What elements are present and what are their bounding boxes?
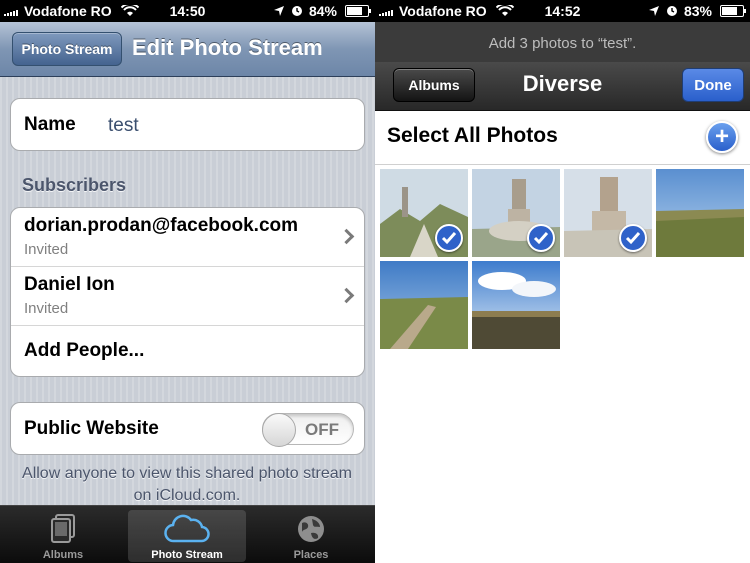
status-bar: Vodafone RO 14:50 84%: [0, 0, 375, 22]
toggle-knob: [262, 413, 296, 447]
location-arrow-icon: [273, 6, 284, 16]
edit-photo-stream-screen: Vodafone RO 14:50 84% Photo Stream Edit …: [0, 0, 375, 563]
name-row[interactable]: Name test: [11, 99, 364, 150]
photo-picker-screen: Vodafone RO 14:52 83% Add 3 photos to “t…: [375, 0, 750, 563]
tab-bar: Albums Photo Stream Places: [0, 505, 375, 563]
selected-checkmark-icon: [619, 224, 647, 252]
battery-percent: 83%: [683, 3, 712, 19]
subscribers-header: Subscribers: [22, 175, 127, 195]
add-people-row[interactable]: Add People...: [11, 326, 364, 376]
subscriber-row[interactable]: Daniel Ion Invited: [11, 267, 364, 326]
subscriber-email: Daniel Ion: [24, 274, 115, 295]
subscriber-row[interactable]: dorian.prodan@facebook.com Invited: [11, 208, 364, 267]
prompt-text: Add 3 photos to “test”.: [375, 22, 750, 62]
back-button[interactable]: Photo Stream: [12, 32, 122, 66]
photo-thumbnail[interactable]: [656, 169, 744, 257]
add-plus-icon[interactable]: +: [706, 121, 738, 153]
page-title: Edit Photo Stream: [132, 35, 323, 60]
select-all-label: Select All Photos: [387, 124, 558, 147]
name-group: Name test: [10, 98, 365, 151]
photo-thumbnail[interactable]: [472, 261, 560, 349]
cloud-icon: [164, 514, 210, 543]
subscriber-status: Invited: [24, 300, 69, 317]
globe-icon: [298, 516, 324, 542]
albums-icon: [51, 514, 75, 543]
battery-percent: 84%: [308, 3, 337, 19]
chevron-right-icon: [338, 228, 355, 245]
selected-checkmark-icon: [435, 224, 463, 252]
public-website-group: Public Website OFF: [10, 402, 365, 455]
add-people-label: Add People...: [24, 340, 145, 361]
subscriber-email: dorian.prodan@facebook.com: [24, 215, 299, 236]
public-website-toggle[interactable]: OFF: [262, 413, 354, 447]
location-arrow-icon: [648, 6, 659, 16]
chevron-right-icon: [338, 287, 355, 304]
battery-icon: [720, 5, 746, 17]
done-button[interactable]: Done: [682, 68, 744, 102]
photo-thumbnail[interactable]: [380, 261, 468, 349]
status-bar: Vodafone RO 14:52 83%: [375, 0, 750, 22]
name-field[interactable]: test: [108, 115, 139, 137]
photo-thumbnail[interactable]: [472, 169, 560, 257]
tab-albums[interactable]: Albums: [4, 510, 122, 562]
select-all-row[interactable]: Select All Photos +: [375, 110, 750, 165]
photo-thumbnail[interactable]: [380, 169, 468, 257]
subscriber-status: Invited: [24, 241, 69, 258]
battery-fill: [722, 7, 737, 15]
photo-thumbnail[interactable]: [564, 169, 652, 257]
battery-fill: [347, 7, 363, 15]
alarm-clock-icon: [291, 6, 302, 16]
name-label: Name: [24, 114, 76, 135]
subscribers-group: dorian.prodan@facebook.com Invited Danie…: [10, 207, 365, 377]
navigation-bar: Albums Diverse Done: [375, 62, 750, 111]
battery-icon: [345, 5, 371, 17]
tab-photo-stream[interactable]: Photo Stream: [128, 510, 246, 562]
tab-label: Albums: [42, 549, 84, 561]
public-website-row: Public Website OFF: [11, 403, 364, 454]
selected-checkmark-icon: [527, 224, 555, 252]
public-website-label: Public Website: [24, 418, 159, 439]
tab-label: Photo Stream: [151, 549, 223, 561]
navigation-bar: Photo Stream Edit Photo Stream: [0, 22, 375, 77]
public-website-footnote: Allow anyone to view this shared photo s…: [22, 465, 352, 504]
toggle-state: OFF: [305, 420, 339, 439]
tab-places[interactable]: Places: [252, 510, 370, 562]
tab-label: Places: [293, 549, 329, 561]
alarm-clock-icon: [666, 6, 677, 16]
